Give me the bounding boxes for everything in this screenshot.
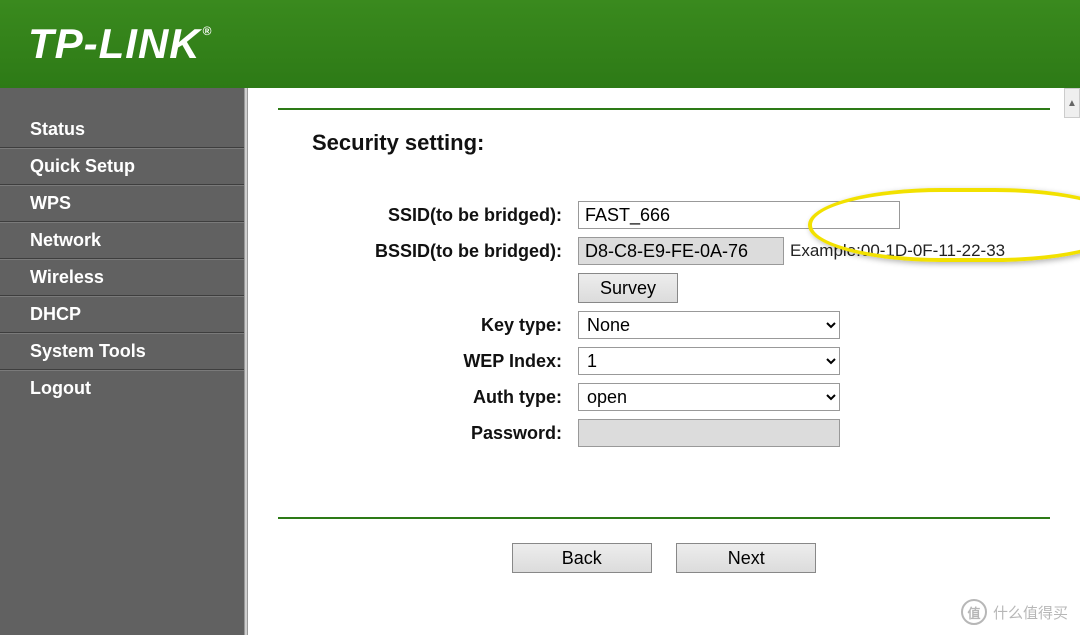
sidebar-item-network[interactable]: Network: [0, 222, 244, 259]
row-wep-index: WEP Index: 1: [278, 347, 1050, 375]
header: TP-LINK ®: [0, 0, 1080, 88]
row-password: Password:: [278, 419, 1050, 447]
watermark: 值 什么值得买: [961, 599, 1068, 625]
sidebar-item-quick-setup[interactable]: Quick Setup: [0, 148, 244, 185]
ssid-input[interactable]: [578, 201, 900, 229]
sidebar-item-label: WPS: [30, 193, 71, 213]
brand-text: TP-LINK: [28, 20, 201, 68]
sidebar-item-dhcp[interactable]: DHCP: [0, 296, 244, 333]
bssid-label: BSSID(to be bridged):: [278, 241, 578, 262]
auth-type-label: Auth type:: [278, 387, 578, 408]
sidebar-item-label: Network: [30, 230, 101, 250]
next-button[interactable]: Next: [676, 543, 816, 573]
sidebar-item-label: System Tools: [30, 341, 146, 361]
survey-button[interactable]: Survey: [578, 273, 678, 303]
button-row: Back Next: [278, 543, 1050, 573]
row-key-type: Key type: None: [278, 311, 1050, 339]
wep-index-select[interactable]: 1: [578, 347, 840, 375]
row-bssid: BSSID(to be bridged): Example:00-1D-0F-1…: [278, 237, 1050, 265]
back-button[interactable]: Back: [512, 543, 652, 573]
bssid-example: Example:00-1D-0F-11-22-33: [790, 241, 1005, 261]
brand-logo: TP-LINK ®: [28, 20, 213, 68]
sidebar-item-wireless[interactable]: Wireless: [0, 259, 244, 296]
password-label: Password:: [278, 423, 578, 444]
bssid-input[interactable]: [578, 237, 784, 265]
row-ssid: SSID(to be bridged):: [278, 201, 1050, 229]
key-type-label: Key type:: [278, 315, 578, 336]
sidebar-item-label: Wireless: [30, 267, 104, 287]
registered-icon: ®: [203, 24, 213, 38]
wep-index-label: WEP Index:: [278, 351, 578, 372]
layout: Status Quick Setup WPS Network Wireless …: [0, 88, 1080, 635]
scrollbar-up-icon[interactable]: ▲: [1064, 88, 1080, 118]
row-auth-type: Auth type: open: [278, 383, 1050, 411]
sidebar-item-label: DHCP: [30, 304, 81, 324]
ssid-label: SSID(to be bridged):: [278, 205, 578, 226]
auth-type-select[interactable]: open: [578, 383, 840, 411]
sidebar-item-status[interactable]: Status: [0, 112, 244, 148]
sidebar-item-wps[interactable]: WPS: [0, 185, 244, 222]
sidebar-item-label: Logout: [30, 378, 91, 398]
content: ▲ Security setting: SSID(to be bridged):…: [248, 88, 1080, 635]
divider-top: [278, 108, 1050, 110]
watermark-badge-icon: 值: [961, 599, 987, 625]
sidebar-item-label: Status: [30, 119, 85, 139]
sidebar: Status Quick Setup WPS Network Wireless …: [0, 88, 244, 635]
key-type-select[interactable]: None: [578, 311, 840, 339]
sidebar-item-label: Quick Setup: [30, 156, 135, 176]
sidebar-item-system-tools[interactable]: System Tools: [0, 333, 244, 370]
divider-bottom: [278, 517, 1050, 519]
sidebar-item-logout[interactable]: Logout: [0, 370, 244, 406]
watermark-text: 什么值得买: [993, 602, 1068, 623]
page-title: Security setting:: [312, 130, 1050, 156]
password-input[interactable]: [578, 419, 840, 447]
